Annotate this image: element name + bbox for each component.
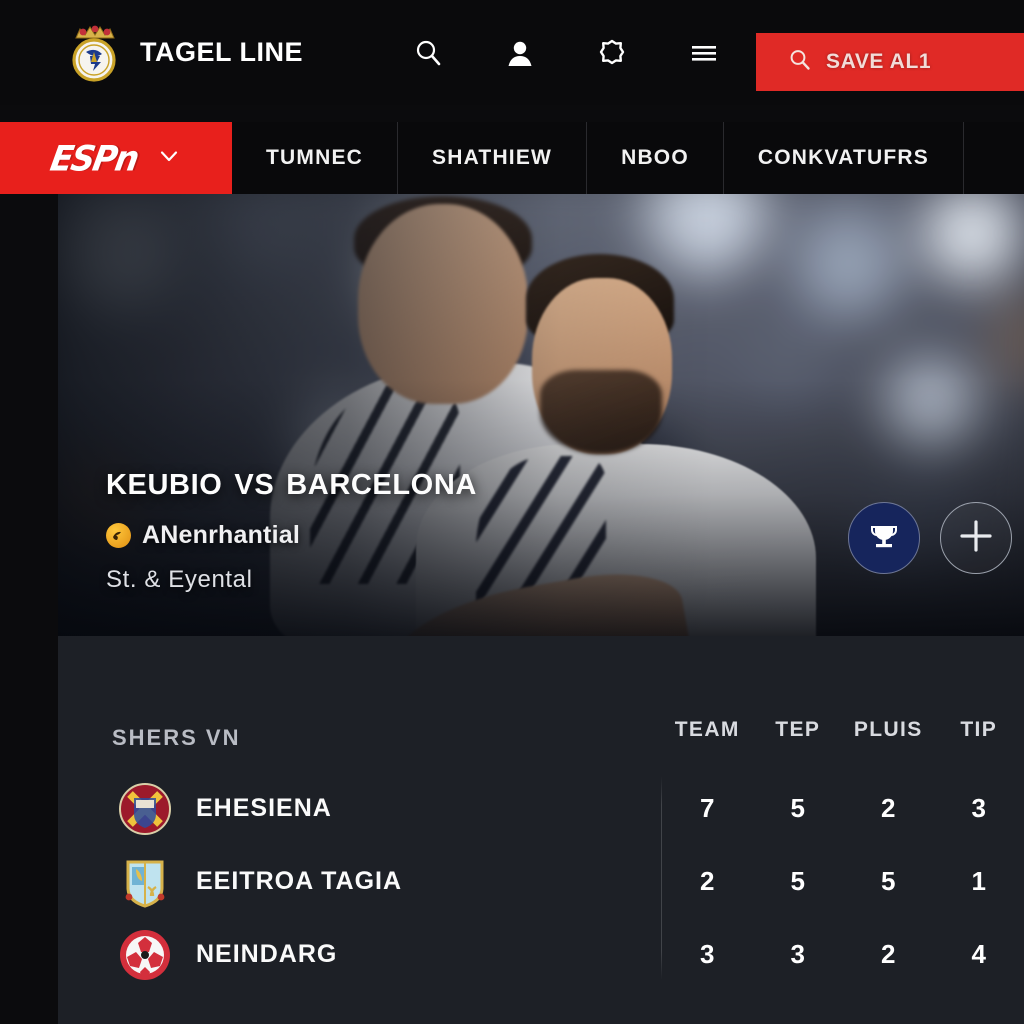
save-all-label: SAVE AL1 [826, 50, 932, 73]
brand-title: TAGEL LINE [140, 37, 304, 67]
nav-item-4[interactable]: CONKVATUFRS [724, 122, 964, 194]
red-white-ball-icon [118, 928, 172, 982]
blue-shield-crest-icon [118, 855, 172, 909]
stat-value: 7 [700, 793, 715, 823]
nav-item-1[interactable]: TUMNEC [232, 122, 399, 194]
row-stats: 2 5 5 1 [662, 866, 1024, 897]
brand[interactable]: TAGEL LINE [64, 22, 303, 84]
stat-header-4: TIP [960, 718, 998, 741]
search-icon [788, 48, 812, 77]
stat-value: 2 [700, 866, 715, 896]
hamburger-menu-icon[interactable] [687, 36, 721, 70]
row-stats: 7 5 2 3 [662, 793, 1024, 824]
stat-header-2: TEP [775, 718, 821, 741]
espn-logo: ESPn [47, 137, 141, 179]
team-name: EHESIENA [196, 794, 332, 822]
table-vertical-divider [661, 776, 662, 980]
orange-swirl-badge-icon [106, 523, 131, 548]
stat-value: 4 [971, 939, 986, 969]
header-icon-group [411, 36, 721, 70]
standings-panel: SHERS VN TEAM TEP PLUIS TIP EHESIENA 7 5… [58, 636, 1024, 1024]
hero-title: Keubio vs Barcelona [106, 457, 477, 503]
stat-value: 5 [881, 866, 896, 896]
stat-value: 2 [881, 793, 896, 823]
table-row[interactable]: NEINDARG 3 3 2 4 [58, 918, 1024, 991]
hero-subtitle-row: ANenrhantial [106, 521, 477, 550]
nav-item-2[interactable]: SHATHIEW [398, 122, 588, 194]
stat-value: 3 [971, 793, 986, 823]
nav-empty-space [963, 122, 1024, 194]
hero-text-block: Keubio vs Barcelona ANenrhantial St. & E… [106, 460, 477, 594]
add-button[interactable] [940, 502, 1012, 574]
hero-banner[interactable]: Emirates Keubio vs Barcelona ANenrhantia… [58, 194, 1024, 636]
nav-bar: ESPn TUMNEC SHATHIEW NBOO CONKVATUFRS [0, 122, 1024, 194]
table-stat-headers: TEAM TEP PLUIS TIP [662, 718, 1024, 742]
table-row[interactable]: EEITROA TAGIA 2 5 5 1 [58, 845, 1024, 918]
save-all-button[interactable]: SAVE AL1 [756, 33, 1024, 91]
table-header-left: SHERS VN [112, 725, 241, 750]
table-header-row: SHERS VN TEAM TEP PLUIS TIP [58, 718, 1024, 758]
stat-value: 1 [971, 866, 986, 896]
app-screen: TAGEL LINE SAVE AL1 ESPn TUMNEC SHATHIEW… [0, 0, 1024, 1024]
settings-gear-icon[interactable] [595, 36, 629, 70]
plus-icon [957, 517, 995, 560]
stat-value: 5 [790, 866, 805, 896]
stat-value: 2 [881, 939, 896, 969]
team-name: NEINDARG [196, 940, 338, 968]
real-madrid-crest-icon [64, 22, 124, 84]
hero-subtitle: ANenrhantial [142, 521, 300, 549]
top-header: TAGEL LINE SAVE AL1 [0, 0, 1024, 105]
hero-meta: St. & Eyental [106, 566, 253, 593]
table-body: EHESIENA 7 5 2 3 EEITROA TAGIA 2 5 5 1 N… [58, 772, 1024, 991]
hero-action-buttons [848, 502, 1012, 574]
team-name: EEITROA TAGIA [196, 867, 403, 895]
stat-value: 3 [700, 939, 715, 969]
user-profile-icon[interactable] [503, 36, 537, 70]
stat-value: 5 [790, 793, 805, 823]
nav-item-3[interactable]: NBOO [587, 122, 724, 194]
trophy-button[interactable] [848, 502, 920, 574]
chevron-down-icon [157, 144, 181, 173]
search-icon[interactable] [411, 36, 445, 70]
stat-header-1: TEAM [674, 718, 740, 741]
stat-header-3: PLUIS [853, 718, 923, 741]
stat-value: 3 [790, 939, 805, 969]
red-crest-icon [118, 782, 172, 836]
espn-logo-dropdown[interactable]: ESPn [0, 122, 232, 194]
trophy-icon [867, 519, 901, 558]
row-stats: 3 3 2 4 [662, 939, 1024, 970]
table-row[interactable]: EHESIENA 7 5 2 3 [58, 772, 1024, 845]
